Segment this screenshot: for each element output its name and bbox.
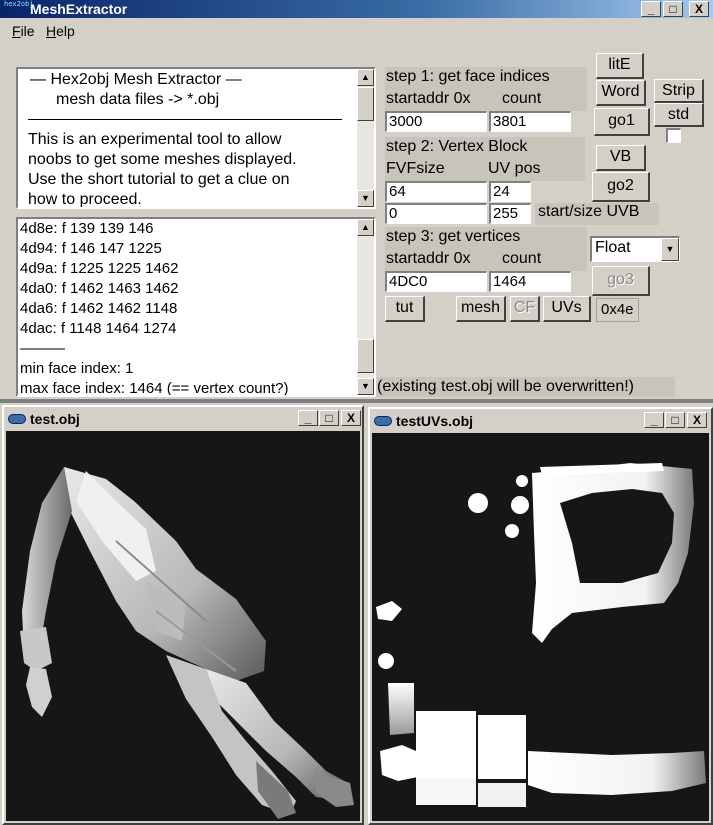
log-line: 4dac: f 1148 1464 1274 [20, 320, 177, 337]
menu-help[interactable]: Help [46, 23, 75, 39]
hex-value-badge: 0x4e [596, 298, 639, 322]
scroll-thumb[interactable] [357, 87, 374, 121]
step2-uvpos-label: UV pos [488, 160, 541, 177]
fvf-size-input[interactable]: 64 [385, 181, 487, 202]
menu-file[interactable]: File [12, 23, 35, 39]
mesh-view-title: test.obj [30, 411, 80, 427]
status-text: (existing test.obj will be overwritten!) [377, 377, 675, 397]
log-line: 4d8e: f 139 139 146 [20, 220, 154, 237]
format-select-value: Float [595, 239, 631, 256]
uv-view-window[interactable]: testUVs.obj _ □ X [368, 407, 713, 825]
step1-count-label: count [502, 90, 542, 107]
log-textarea[interactable]: 4d8e: f 139 139 146 4d94: f 146 147 1225… [16, 217, 376, 397]
log-line: max face index: 1464 (== vertex count?) [20, 380, 289, 397]
info-textarea[interactable]: — Hex2obj Mesh Extractor — mesh data fil… [16, 67, 376, 209]
step1-label-block: step 1: get face indices startaddr 0x co… [385, 67, 587, 111]
window-icon [374, 416, 392, 426]
uvb-start-input[interactable]: 0 [385, 203, 487, 224]
log-line: 4d9a: f 1225 1225 1462 [20, 260, 179, 277]
mesh-view-title-bar[interactable]: test.obj _ □ X [6, 409, 361, 429]
uv-pos-input[interactable]: 24 [489, 181, 531, 202]
info-text-line: This is an experimental tool to allow [28, 131, 282, 148]
step1-startaddr-label: startaddr 0x [386, 90, 471, 107]
log-line: 4da0: f 1462 1463 1462 [20, 280, 179, 297]
scroll-down-icon[interactable]: ▼ [357, 190, 374, 207]
step1-count-input[interactable]: 3801 [489, 111, 571, 132]
step3-startaddr-label: startaddr 0x [386, 250, 471, 267]
close-button[interactable]: X [687, 412, 707, 428]
log-line: 4d94: f 146 147 1225 [20, 240, 162, 257]
info-heading: — Hex2obj Mesh Extractor — [30, 71, 242, 88]
maximize-button[interactable]: □ [663, 1, 683, 17]
mesh-button[interactable]: mesh [456, 296, 506, 322]
step1-label: step 1: get face indices [386, 68, 550, 85]
uvb-label: start/size UVB [535, 203, 659, 225]
step3-count-label: count [502, 250, 542, 267]
uvs-button[interactable]: UVs [543, 296, 591, 322]
go1-button[interactable]: go1 [594, 108, 650, 136]
scroll-thumb[interactable] [357, 339, 374, 373]
log-scrollbar[interactable]: ▲ ▼ [357, 219, 374, 395]
info-text-line: how to proceed. [28, 191, 142, 208]
window-title: MeshExtractor [30, 1, 128, 17]
window-divider [0, 399, 713, 403]
close-button[interactable]: X [341, 410, 361, 426]
uv-view-title-bar[interactable]: testUVs.obj _ □ X [372, 411, 709, 431]
step3-label: step 3: get vertices [386, 228, 521, 245]
uv-render-image [376, 463, 706, 807]
app-icon: hex2obj [4, 0, 34, 8]
window-title-bar[interactable]: hex2obj MeshExtractor _ □ X [0, 0, 713, 18]
step2-fvf-label: FVFsize [386, 160, 445, 177]
log-separator: ——— [20, 340, 65, 357]
log-line: min face index: 1 [20, 360, 134, 377]
minimize-button[interactable]: _ [641, 1, 661, 17]
window-icon [8, 414, 26, 424]
format-select[interactable]: Float ▼ [590, 236, 680, 262]
uvb-size-input[interactable]: 255 [489, 203, 531, 224]
cf-button[interactable]: CF [510, 296, 540, 322]
lite-button[interactable]: litE [596, 53, 644, 79]
mesh-view-window[interactable]: test.obj _ □ X [2, 405, 364, 825]
uv-render-canvas[interactable] [372, 433, 709, 821]
step3-label-block: step 3: get vertices startaddr 0x count [385, 227, 587, 271]
close-button[interactable]: X [689, 1, 709, 17]
strip-checkbox[interactable] [666, 128, 681, 143]
step2-label: step 2: Vertex Block [386, 138, 528, 155]
minimize-button[interactable]: _ [298, 410, 318, 426]
word-button[interactable]: Word [596, 80, 646, 106]
mesh-render-canvas[interactable] [6, 431, 360, 821]
menubar: File Help [0, 20, 713, 42]
chevron-down-icon[interactable]: ▼ [661, 238, 679, 261]
step1-startaddr-input[interactable]: 3000 [385, 111, 487, 132]
go2-button[interactable]: go2 [592, 172, 650, 202]
info-divider [28, 119, 342, 120]
std-button[interactable]: std [654, 103, 704, 127]
info-text-line: noobs to get some meshes displayed. [28, 151, 297, 168]
step2-label-block: step 2: Vertex Block FVFsize UV pos [385, 137, 585, 181]
vb-button[interactable]: VB [596, 145, 646, 171]
maximize-button[interactable]: □ [665, 412, 685, 428]
scroll-up-icon[interactable]: ▲ [357, 69, 374, 86]
strip-button[interactable]: Strip [654, 79, 704, 103]
go3-button[interactable]: go3 [592, 266, 650, 296]
mesh-render-image [20, 467, 354, 819]
info-scrollbar[interactable]: ▲ ▼ [357, 69, 374, 207]
step3-startaddr-input[interactable]: 4DC0 [385, 271, 487, 292]
minimize-button[interactable]: _ [644, 412, 664, 428]
info-subheading: mesh data files -> *.obj [56, 91, 220, 108]
info-text-line: Use the short tutorial to get a clue on [28, 171, 290, 188]
maximize-button[interactable]: □ [319, 410, 339, 426]
log-line: 4da6: f 1462 1462 1148 [20, 300, 178, 317]
tut-button[interactable]: tut [385, 296, 425, 322]
scroll-down-icon[interactable]: ▼ [357, 378, 374, 395]
uv-view-title: testUVs.obj [396, 413, 474, 429]
scroll-up-icon[interactable]: ▲ [357, 219, 374, 236]
step3-count-input[interactable]: 1464 [489, 271, 571, 292]
